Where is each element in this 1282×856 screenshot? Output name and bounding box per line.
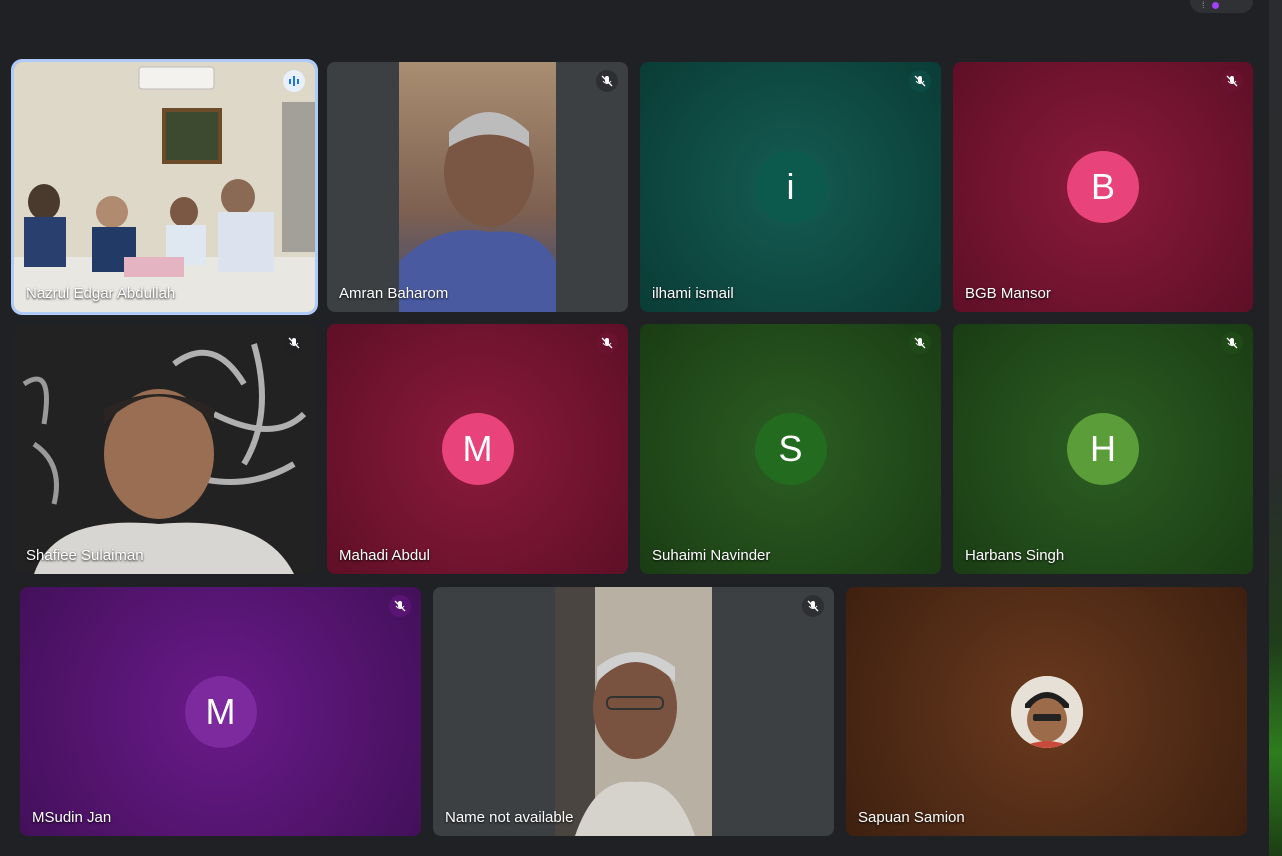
- participant-tile-mahadi[interactable]: M Mahadi Abdul: [327, 324, 628, 574]
- video-feed: [14, 62, 315, 312]
- participant-name: Harbans Singh: [965, 547, 1065, 564]
- participant-name: ilhami ismail: [652, 285, 734, 302]
- mic-off-icon: [802, 595, 824, 617]
- mic-off-icon: [596, 332, 618, 354]
- participant-tile-harbans[interactable]: H Harbans Singh: [953, 324, 1253, 574]
- participant-tile-ilhami[interactable]: i ilhami ismail: [640, 62, 941, 312]
- avatar: B: [1067, 151, 1139, 223]
- participant-name: Mahadi Abdul: [339, 547, 430, 564]
- participant-tile-msudin[interactable]: M MSudin Jan: [20, 587, 421, 836]
- mic-off-icon: [909, 70, 931, 92]
- people-icon: ⁞: [1202, 0, 1205, 10]
- participant-name: Name not available: [445, 809, 574, 826]
- person-video: [14, 324, 315, 574]
- avatar: H: [1067, 413, 1139, 485]
- person-video: [399, 112, 556, 312]
- meeting-room-video: [14, 62, 315, 312]
- participant-name: BGB Mansor: [965, 285, 1051, 302]
- participant-tile-sapuan[interactable]: Sapuan Samion: [846, 587, 1247, 836]
- participant-tile-name-not-available[interactable]: Name not available: [433, 587, 834, 836]
- participant-tile-suhaimi[interactable]: S Suhaimi Navinder: [640, 324, 941, 574]
- participant-name: Shafiee Sulaiman: [26, 547, 144, 564]
- avatar: S: [754, 413, 827, 485]
- participant-name: Sapuan Samion: [858, 809, 965, 826]
- avatar: M: [441, 413, 514, 485]
- participant-name: MSudin Jan: [32, 809, 112, 826]
- mic-off-icon: [596, 70, 618, 92]
- more-options-pill[interactable]: ⁞: [1190, 0, 1253, 13]
- mic-off-icon: [1221, 332, 1243, 354]
- avatar-photo: [1010, 675, 1083, 748]
- participant-tile-bgb-mansor[interactable]: B BGB Mansor: [953, 62, 1253, 312]
- side-panel-edge: [1269, 0, 1282, 856]
- avatar: i: [754, 151, 827, 223]
- notification-dot: [1212, 2, 1219, 9]
- participant-name: Suhaimi Navinder: [652, 547, 771, 564]
- speaking-indicator-icon: [283, 70, 305, 92]
- avatar: M: [184, 675, 257, 748]
- video-feed: [399, 62, 556, 312]
- participant-name: Amran Baharom: [339, 285, 449, 302]
- mic-off-icon: [909, 332, 931, 354]
- mic-off-icon: [283, 332, 305, 354]
- mic-off-icon: [389, 595, 411, 617]
- mic-off-icon: [1221, 70, 1243, 92]
- person-video: [555, 587, 712, 836]
- profile-photo: [1010, 675, 1083, 748]
- participant-tile-shafiee[interactable]: Shafiee Sulaiman: [14, 324, 315, 574]
- participant-tile-amran[interactable]: Amran Baharom: [327, 62, 628, 312]
- participant-tile-nazrul[interactable]: Nazrul Edgar Abdullah: [14, 62, 315, 312]
- participant-name: Nazrul Edgar Abdullah: [26, 285, 176, 302]
- video-feed: [555, 587, 712, 836]
